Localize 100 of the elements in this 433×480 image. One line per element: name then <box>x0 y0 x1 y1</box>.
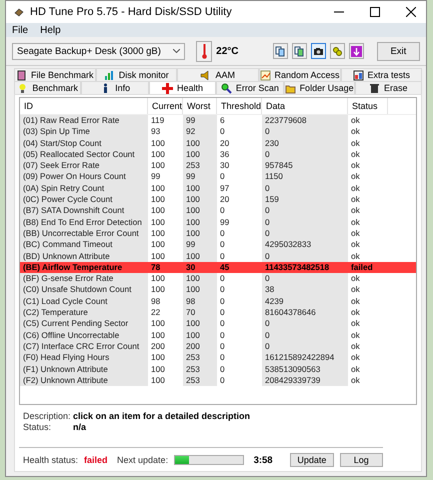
table-cell-text: 0 <box>219 307 226 318</box>
detail-value: n/a <box>73 422 88 432</box>
table-cell: (09) Power On Hours Count <box>20 171 148 183</box>
toolbar-button[interactable] <box>273 43 288 59</box>
tab[interactable]: Error Scan <box>216 81 284 94</box>
table-cell-text: 11433573482518 <box>264 262 330 274</box>
table-cell: 81604378646 <box>262 307 348 318</box>
close-icon[interactable] <box>406 7 416 17</box>
tab[interactable]: Random Access <box>258 68 341 81</box>
detail-value: click on an item for a detailed description <box>73 411 252 421</box>
table-cell: (B8) End To End Error Detection <box>20 216 148 228</box>
table-cell: (C6) Offline Uncorrectable <box>20 330 148 341</box>
table-cell-text: 100 <box>150 160 166 172</box>
table-cell: 0 <box>262 330 348 341</box>
tab[interactable]: Info <box>81 81 149 94</box>
table-cell-text: ok <box>350 284 361 296</box>
toolbar-button[interactable] <box>311 43 326 59</box>
menu-item[interactable]: File <box>12 24 28 36</box>
table-cell: 0 <box>262 340 348 352</box>
tab[interactable]: Erase <box>354 81 422 94</box>
table-cell: (BF) G-sense Error Rate <box>20 273 148 284</box>
table-cell: 0 <box>262 228 348 240</box>
table-cell: 100 <box>183 138 217 149</box>
countdown: 3:58 <box>254 454 274 466</box>
column-header[interactable]: Current <box>148 98 183 114</box>
table-cell: 100 <box>183 228 217 240</box>
table-cell-text: ok <box>350 182 361 194</box>
table-cell: (F2) Unknown Attribute <box>20 374 148 386</box>
table-cell-text: 100 <box>150 216 166 228</box>
health-status-value: failed <box>84 455 109 465</box>
table-cell-text: ok <box>350 250 361 262</box>
table-cell-text: ok <box>350 340 361 352</box>
table-cell-text: ok <box>350 160 361 172</box>
table-cell-text: 20 <box>219 194 230 206</box>
table-cell: 100 <box>183 205 217 217</box>
column-header[interactable]: Data <box>262 98 348 114</box>
exit-button[interactable]: Exit <box>376 42 420 60</box>
column-header[interactable]: Status <box>348 98 388 114</box>
camera-icon <box>313 46 324 56</box>
table-cell: (BD) Unknown Attribute <box>20 250 148 262</box>
table-cell-text: 0 <box>219 352 226 364</box>
column-header[interactable]: ID <box>20 98 148 114</box>
table-cell-text: ok <box>350 115 361 126</box>
table-cell-text: 78 <box>150 262 162 274</box>
table-cell-text: ok <box>350 126 361 138</box>
table-cell: 0 <box>262 250 348 262</box>
table-cell: 99 <box>183 115 217 126</box>
maximize-icon[interactable] <box>370 7 380 17</box>
table-cell-text: ok <box>350 364 361 375</box>
table-cell: 100 <box>183 273 217 284</box>
table-cell-text: ok <box>350 330 361 341</box>
table-cell-text: 98 <box>150 296 162 308</box>
table-cell: 100 <box>183 194 217 206</box>
column-header[interactable]: Threshold <box>217 98 262 114</box>
chevron-down-icon <box>173 49 180 53</box>
update-button[interactable]: Update <box>290 453 334 467</box>
table-cell: 100 <box>183 182 217 194</box>
table-cell-text: 100 <box>150 182 166 194</box>
table-cell-text: (BE) Airflow Temperature <box>22 262 124 274</box>
bin-icon <box>369 82 380 94</box>
tab[interactable]: AAM <box>177 68 258 81</box>
table-cell-text: 200 <box>150 340 166 352</box>
tab[interactable]: Folder Usage <box>284 81 355 94</box>
column-header[interactable]: Worst <box>183 98 217 114</box>
table-cell: 0 <box>262 318 348 330</box>
table-cell: 100 <box>183 284 217 296</box>
tab[interactable]: Disk monitor <box>96 68 177 81</box>
table-cell-text: 0 <box>219 374 226 386</box>
table-cell: (01) Raw Read Error Rate <box>20 115 148 126</box>
table-cell-text: failed <box>350 262 374 274</box>
failed-row[interactable]: (BE) Airflow Temperature 78 30 45 11433573482518 failed <box>20 262 416 274</box>
table-cell: (C7) Interface CRC Error Count <box>20 340 148 352</box>
table-cell-text: ok <box>350 273 361 284</box>
table-cell: (F1) Unknown Attribute <box>20 364 148 375</box>
table-cell-text: 0 <box>219 284 226 296</box>
table-cell: 0 <box>262 148 348 160</box>
copy-icon <box>275 46 286 56</box>
table-cell: (07) Seek Error Rate <box>20 160 148 172</box>
drive-dropdown[interactable]: Seagate Backup+ Desk (3000 gB) <box>12 42 186 60</box>
menu-item[interactable]: Help <box>40 24 61 36</box>
log-button[interactable]: Log <box>340 453 383 467</box>
table-cell: 98 <box>183 296 217 308</box>
tab[interactable]: Benchmark <box>14 81 82 94</box>
table-cell: 957845 <box>262 160 348 172</box>
table-cell-text: 0 <box>219 171 226 183</box>
table-cell: 0 <box>262 216 348 228</box>
toolbar-button[interactable] <box>292 43 308 59</box>
tab[interactable]: Health <box>148 81 216 94</box>
table-cell-text: 100 <box>150 364 166 375</box>
cross-icon <box>162 82 173 94</box>
table-cell-text: 22 <box>150 307 162 318</box>
next-update-label: Next update: <box>117 455 168 465</box>
table-cell-text: 45 <box>219 262 230 274</box>
table-cell-text: ok <box>350 307 361 318</box>
table-cell-text: 93 <box>150 126 162 138</box>
table-cell-text: ok <box>350 148 361 160</box>
tab[interactable]: Extra tests <box>340 68 422 81</box>
tab[interactable]: File Benchmark <box>14 68 96 81</box>
table-cell: 538513090563 <box>262 364 348 375</box>
table-cell-text: 97 <box>219 182 230 194</box>
